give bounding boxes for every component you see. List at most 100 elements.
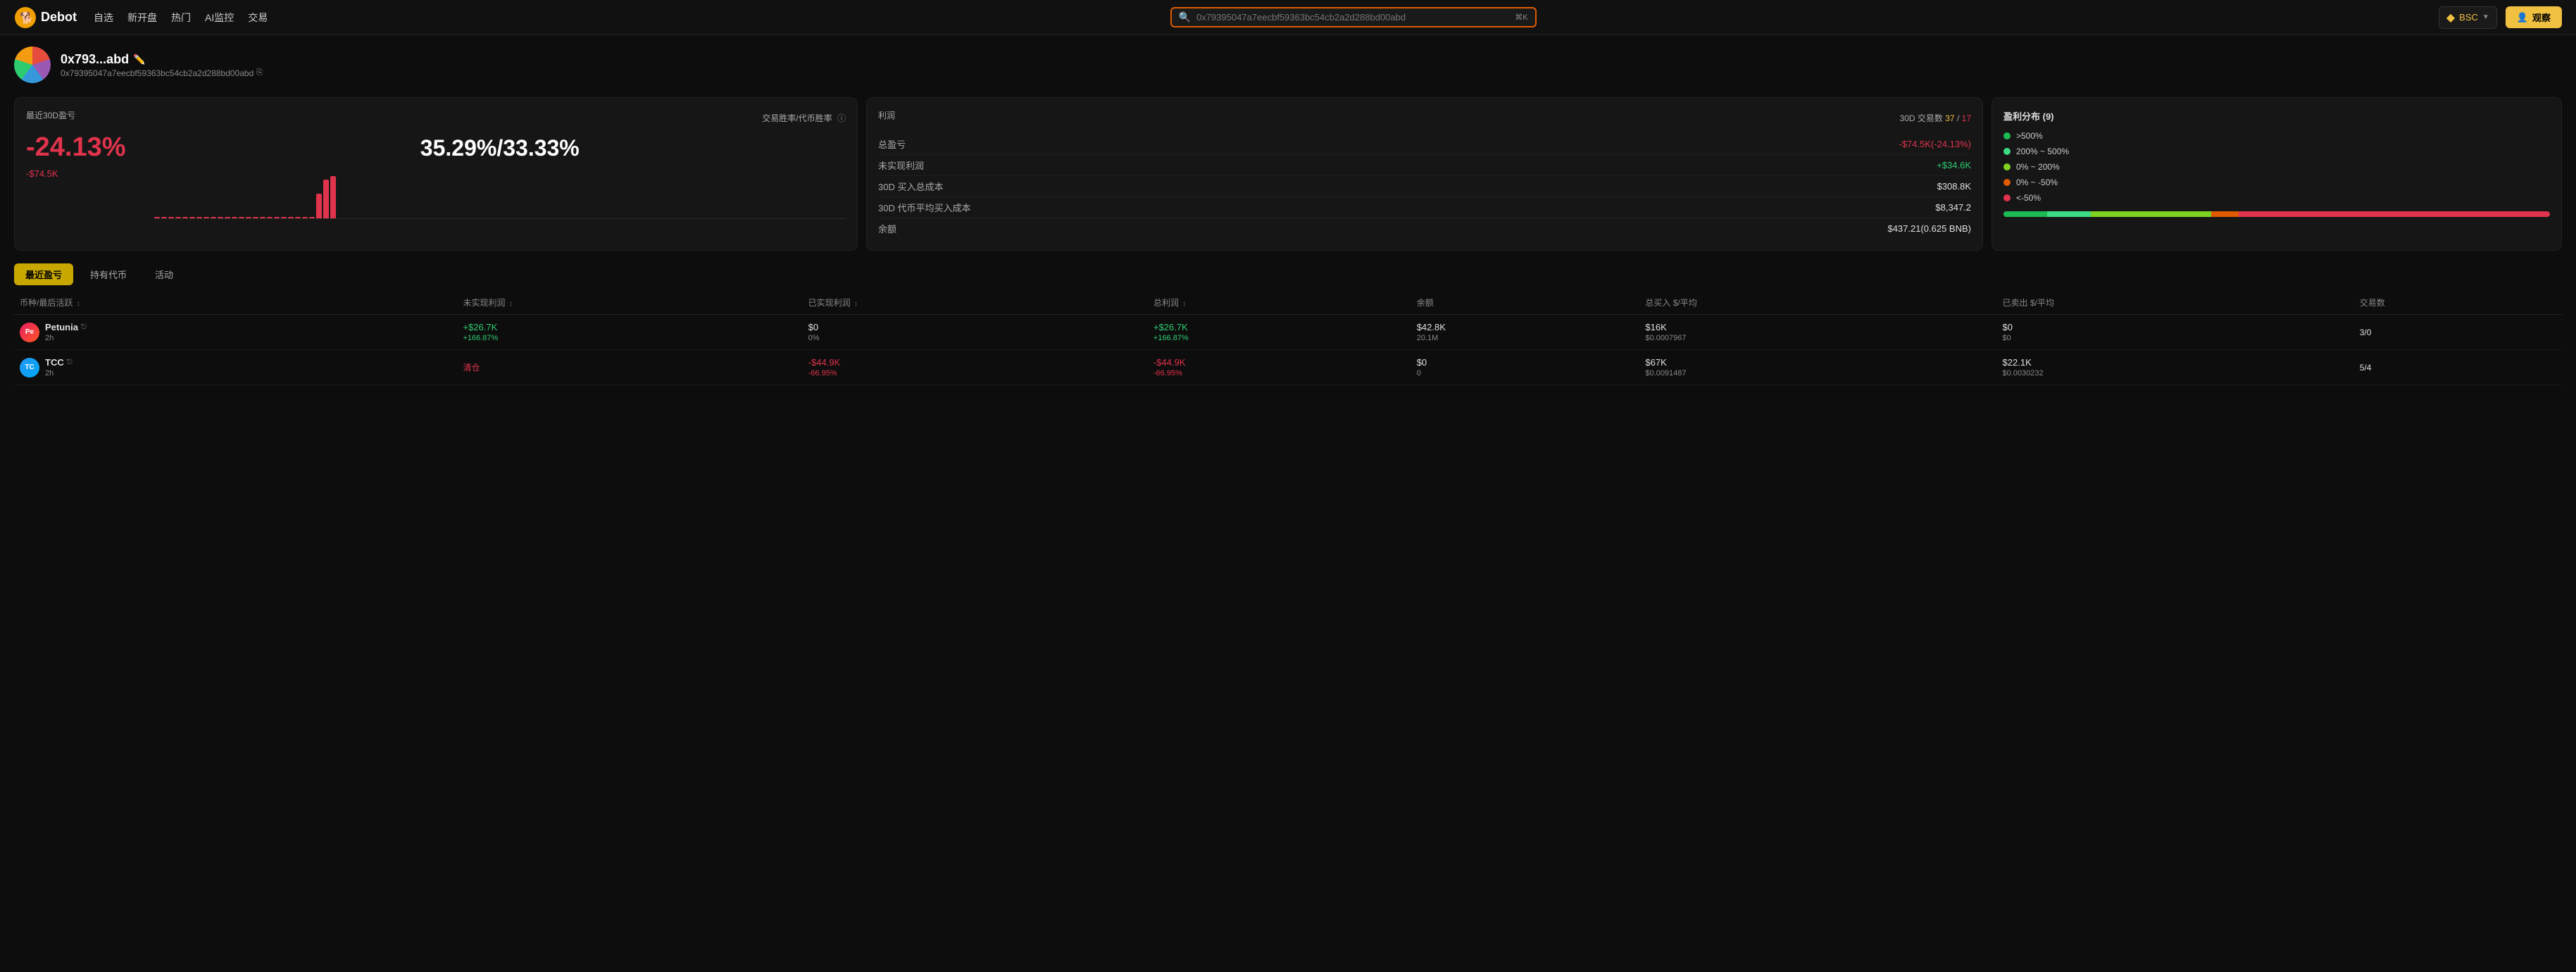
nav-trade[interactable]: 交易 [248, 11, 268, 25]
card-loss: 最近30D盈亏 交易胜率/代币胜率 ⓘ -24.13% -$74.5K 35.2… [14, 97, 858, 251]
dist-title: 盈利分布 (9) [2003, 109, 2550, 123]
bar [168, 217, 174, 218]
loss-sub: -$74.5K [26, 168, 126, 179]
dist-item-4: <-50% [2003, 193, 2550, 203]
trade-count: 30D 交易数 37 / 17 [1900, 112, 1971, 124]
nav-new-listing[interactable]: 新开盘 [127, 11, 157, 25]
search-input[interactable] [1196, 12, 1509, 23]
logo-icon: 🐕 [14, 6, 37, 29]
profit-header: 利润 30D 交易数 37 / 17 [878, 109, 1971, 127]
card-loss-title: 最近30D盈亏 [26, 109, 75, 121]
sort-icon: ↕ [509, 300, 513, 308]
bar [302, 217, 308, 218]
dist-item-1: 200% ~ 500% [2003, 147, 2550, 156]
bar [239, 217, 244, 218]
col-trades: 交易数 [2354, 291, 2562, 315]
col-sell: 已卖出 $/平均 [1997, 291, 2354, 315]
table-header: 币种/最后活跃 ↕ 未实现利润 ↕ 已实现利润 ↕ 总利润 ↕ 余额 [14, 291, 2562, 315]
bar [175, 217, 181, 218]
bar [288, 217, 294, 218]
token-link-icon[interactable]: ⎋ [81, 323, 87, 331]
bar [225, 217, 230, 218]
search-area: 🔍 ⌘K [285, 7, 2422, 27]
user-profile: 0x793...abd ✏️ 0x79395047a7eecbf59363bc5… [0, 35, 2576, 89]
col-buy: 总买入 $/平均 [1639, 291, 1996, 315]
card-dist: 盈利分布 (9) >500% 200% ~ 500% 0% ~ 200% 0% … [1992, 97, 2562, 251]
dist-item-0: >500% [2003, 131, 2550, 141]
nav-hot[interactable]: 热门 [171, 11, 191, 25]
profit-rows: 总盈亏 -$74.5K(-24.13%) 未实现利润 +$34.6K 30D 买… [878, 134, 1971, 239]
bar [253, 217, 258, 218]
dot-red1 [2003, 179, 2011, 186]
buy-1: $67K $0.0091487 [1639, 350, 1996, 385]
table-body: Pe Petunia ⎋ 2h +$26.7K +166.87% [14, 315, 2562, 385]
bar [260, 217, 265, 218]
chain-chevron-icon: ▼ [2482, 13, 2489, 21]
chain-selector[interactable]: ◆ BSC ▼ [2439, 6, 2497, 29]
stats-row: 最近30D盈亏 交易胜率/代币胜率 ⓘ -24.13% -$74.5K 35.2… [0, 89, 2576, 259]
bar [330, 176, 336, 218]
watch-label: 观察 [2532, 11, 2551, 24]
profit-title: 利润 [878, 109, 895, 121]
dist-item-2: 0% ~ 200% [2003, 162, 2550, 172]
copy-icon[interactable]: ⎘ [256, 68, 263, 77]
nav-ai-monitor[interactable]: AI监控 [205, 11, 234, 25]
header-right: ◆ BSC ▼ 👤 观察 [2439, 6, 2562, 29]
loss-percent: -24.13% [26, 132, 126, 163]
search-box[interactable]: 🔍 ⌘K [1170, 7, 1537, 27]
bar [295, 217, 301, 218]
nav-watchlist[interactable]: 自选 [94, 11, 113, 25]
token-link-icon[interactable]: ⎋ [67, 359, 73, 366]
table-row[interactable]: TC TCC ⎋ 2h 清仓 -$4 [14, 350, 2562, 385]
total-0: +$26.7K +166.87% [1148, 315, 1411, 350]
trades-1: 5/4 [2354, 350, 2562, 385]
search-icon: 🔍 [1179, 11, 1191, 23]
nav: 自选 新开盘 热门 AI监控 交易 [94, 11, 268, 25]
profit-row-0: 总盈亏 -$74.5K(-24.13%) [878, 134, 1971, 155]
loss-left: -24.13% -$74.5K [26, 127, 126, 179]
chain-diamond-icon: ◆ [2446, 11, 2455, 25]
bar [309, 217, 315, 218]
dist-bar-seg-2 [2091, 211, 2211, 217]
bar [204, 217, 209, 218]
win-rate-label: 交易胜率/代币胜率 ⓘ [762, 112, 846, 124]
bar-chart [154, 170, 846, 219]
sell-0: $0 $0 [1997, 315, 2354, 350]
info-icon[interactable]: ⓘ [837, 113, 846, 123]
col-realized[interactable]: 已实现利润 ↕ [803, 291, 1148, 315]
bar [281, 217, 287, 218]
dist-item-3: 0% ~ -50% [2003, 177, 2550, 187]
user-info: 0x793...abd ✏️ 0x79395047a7eecbf59363bc5… [61, 52, 263, 78]
realized-0: $0 0% [803, 315, 1148, 350]
logo[interactable]: 🐕 Debot [14, 6, 77, 29]
col-unrealized[interactable]: 未实现利润 ↕ [457, 291, 802, 315]
tab-recent-pnl[interactable]: 最近盈亏 [14, 263, 73, 285]
dot-red2 [2003, 194, 2011, 201]
dist-bar-seg-4 [2239, 211, 2550, 217]
sort-icon: ↕ [77, 300, 80, 308]
dist-bar-seg-3 [2211, 211, 2239, 217]
watch-button[interactable]: 👤 观察 [2506, 6, 2562, 28]
sort-icon: ↕ [1182, 300, 1186, 308]
user-address-short: 0x793...abd ✏️ [61, 52, 263, 67]
dot-green2 [2003, 148, 2011, 155]
user-address-full: 0x79395047a7eecbf59363bc54cb2a2d288bd00a… [61, 68, 263, 78]
bar [161, 217, 167, 218]
tabs-row: 最近盈亏 持有代币 活动 [0, 259, 2576, 291]
bar [267, 217, 273, 218]
search-shortcut: ⌘K [1515, 13, 1527, 22]
winrate-right: 35.29%/33.33% [154, 127, 846, 219]
col-total[interactable]: 总利润 ↕ [1148, 291, 1411, 315]
table-row[interactable]: Pe Petunia ⎋ 2h +$26.7K +166.87% [14, 315, 2562, 350]
edit-icon[interactable]: ✏️ [133, 54, 145, 66]
tab-holdings[interactable]: 持有代币 [79, 263, 138, 285]
svg-text:🐕: 🐕 [20, 11, 34, 25]
tab-activity[interactable]: 活动 [144, 263, 185, 285]
profit-row-4: 余额 $437.21(0.625 BNB) [878, 218, 1971, 239]
col-token[interactable]: 币种/最后活跃 ↕ [14, 291, 457, 315]
bar [323, 180, 329, 218]
bar [218, 217, 223, 218]
bar [274, 217, 280, 218]
bar [316, 194, 322, 218]
bar [246, 217, 251, 218]
